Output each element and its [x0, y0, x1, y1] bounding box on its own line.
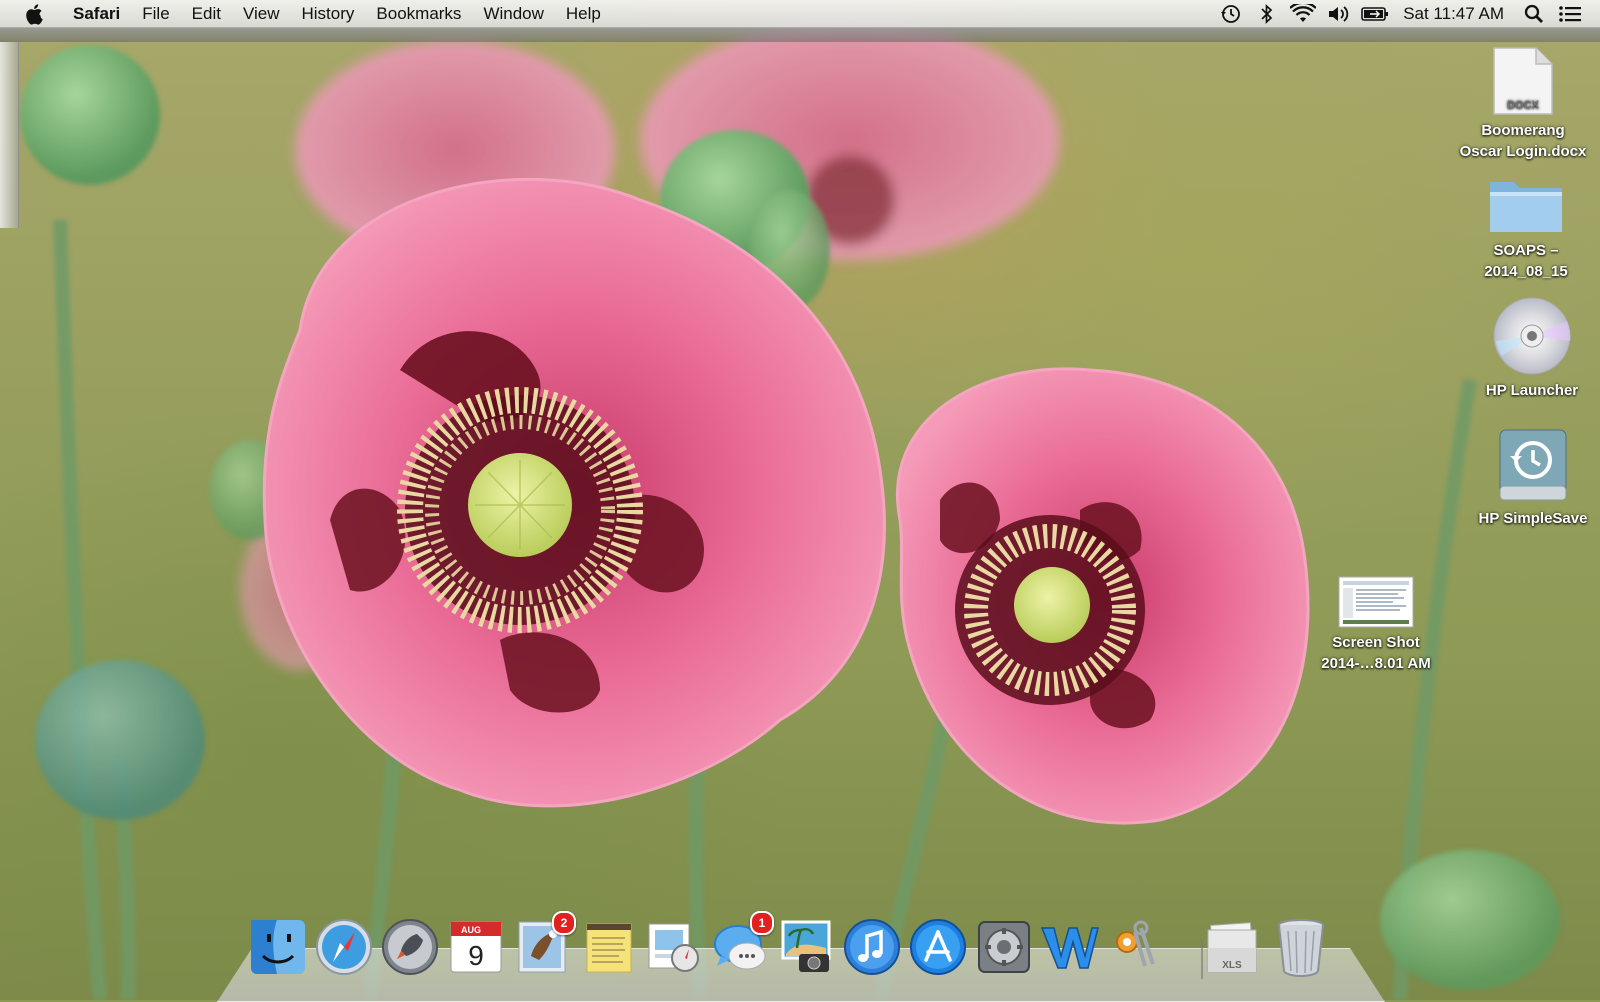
- desktop-icon-label: 2014-…8.01 AM: [1321, 655, 1431, 672]
- dock-item-messages[interactable]: 1: [708, 911, 774, 979]
- menu-app-name[interactable]: Safari: [64, 0, 131, 27]
- dock-item-iphoto[interactable]: [774, 915, 838, 979]
- desktop-icon-folder[interactable]: SOAPS – 2014_08_15: [1451, 172, 1600, 282]
- docx-file-icon: DOCX: [1448, 44, 1598, 116]
- apple-menu-icon[interactable]: [22, 3, 48, 25]
- word-icon: [1040, 927, 1099, 969]
- dock-item-app-store[interactable]: [906, 915, 970, 979]
- preview-icon: [648, 923, 699, 972]
- svg-text:DOCX: DOCX: [1507, 99, 1539, 111]
- external-drive-icon: [1458, 424, 1600, 504]
- dock-item-stickies[interactable]: [576, 915, 640, 979]
- dock-item-safari[interactable]: [312, 915, 376, 979]
- iphoto-icon: [781, 920, 831, 972]
- safari-icon: [316, 919, 372, 975]
- poppy-wallpaper-image: [20, 20, 1560, 1000]
- dock-item-system-preferences[interactable]: [972, 915, 1036, 979]
- dock-item-itunes[interactable]: [840, 915, 904, 979]
- menu-file[interactable]: File: [131, 0, 180, 27]
- desktop-wallpaper: [0, 0, 1600, 1000]
- desktop-icon-label: HP Launcher: [1485, 382, 1579, 399]
- menu-view[interactable]: View: [232, 0, 291, 27]
- notification-center-icon[interactable]: [1556, 3, 1584, 25]
- desktop-icon-label: 2014_08_15: [1484, 263, 1568, 280]
- desktop-icon-label: HP SimpleSave: [1478, 510, 1588, 527]
- xls-stack-icon: XLS: [1207, 922, 1257, 973]
- svg-text:XLS: XLS: [1222, 960, 1242, 971]
- itunes-icon: [844, 919, 900, 975]
- battery-icon[interactable]: [1361, 3, 1389, 25]
- dock-item-calendar[interactable]: AUG 9: [444, 915, 508, 979]
- menu-history[interactable]: History: [291, 0, 366, 27]
- folder-icon: [1451, 172, 1600, 236]
- desktop-icon-docx[interactable]: DOCX Boomerang Oscar Login.docx: [1448, 44, 1598, 162]
- calendar-icon: AUG 9: [450, 921, 502, 973]
- launchpad-icon: [382, 919, 438, 975]
- screenshot-file-icon: [1301, 566, 1451, 628]
- menu-bookmarks[interactable]: Bookmarks: [365, 0, 472, 27]
- menu-edit[interactable]: Edit: [181, 0, 232, 27]
- menu-bar-status-area: Sat 11:47 AM: [1213, 0, 1600, 27]
- bluetooth-icon[interactable]: [1253, 3, 1281, 25]
- app-store-icon: [910, 919, 966, 975]
- menu-bar: Safari File Edit View History Bookmarks …: [0, 0, 1600, 28]
- stickies-icon: [586, 923, 632, 973]
- dock-item-documents-stack[interactable]: XLS: [1201, 915, 1265, 979]
- desktop-icon-label: Screen Shot: [1332, 634, 1420, 651]
- svg-text:9: 9: [468, 940, 484, 971]
- mail-unread-badge: 2: [552, 911, 576, 935]
- dock-item-keychain[interactable]: [1102, 915, 1166, 979]
- dock-item-word[interactable]: [1038, 915, 1102, 979]
- menu-help[interactable]: Help: [555, 0, 612, 27]
- desktop-icon-screenshot[interactable]: Screen Shot 2014-…8.01 AM: [1301, 566, 1451, 674]
- finder-icon: [251, 920, 305, 974]
- window-edge-left[interactable]: [0, 42, 19, 228]
- dock-item-finder[interactable]: [246, 915, 310, 979]
- desktop-icon-cd[interactable]: HP Launcher: [1457, 294, 1600, 401]
- window-edge-top: [0, 28, 1600, 42]
- wifi-icon[interactable]: [1289, 3, 1317, 25]
- menu-bar-clock[interactable]: Sat 11:47 AM: [1393, 4, 1516, 24]
- menu-window[interactable]: Window: [472, 0, 554, 27]
- dock-item-mail[interactable]: 2: [510, 911, 576, 979]
- spotlight-search-icon[interactable]: [1520, 3, 1548, 25]
- dock-item-trash[interactable]: [1269, 915, 1333, 979]
- messages-unread-badge: 1: [750, 911, 774, 935]
- dock: AUG 9 2 1 XLS: [246, 911, 1356, 985]
- desktop-icon-label: Oscar Login.docx: [1459, 143, 1587, 160]
- time-machine-icon[interactable]: [1217, 3, 1245, 25]
- desktop-icon-label: Boomerang: [1481, 122, 1565, 139]
- keychain-icon: [1116, 920, 1155, 967]
- desktop-icon-drive[interactable]: HP SimpleSave: [1458, 424, 1600, 529]
- desktop-icon-label: SOAPS –: [1493, 242, 1559, 259]
- trash-icon: [1278, 919, 1324, 977]
- svg-text:AUG: AUG: [461, 925, 481, 935]
- dock-item-launchpad[interactable]: [378, 915, 442, 979]
- cd-disc-icon: [1457, 294, 1600, 376]
- volume-icon[interactable]: [1325, 3, 1353, 25]
- dock-item-preview[interactable]: [642, 915, 706, 979]
- system-preferences-icon: [978, 921, 1030, 973]
